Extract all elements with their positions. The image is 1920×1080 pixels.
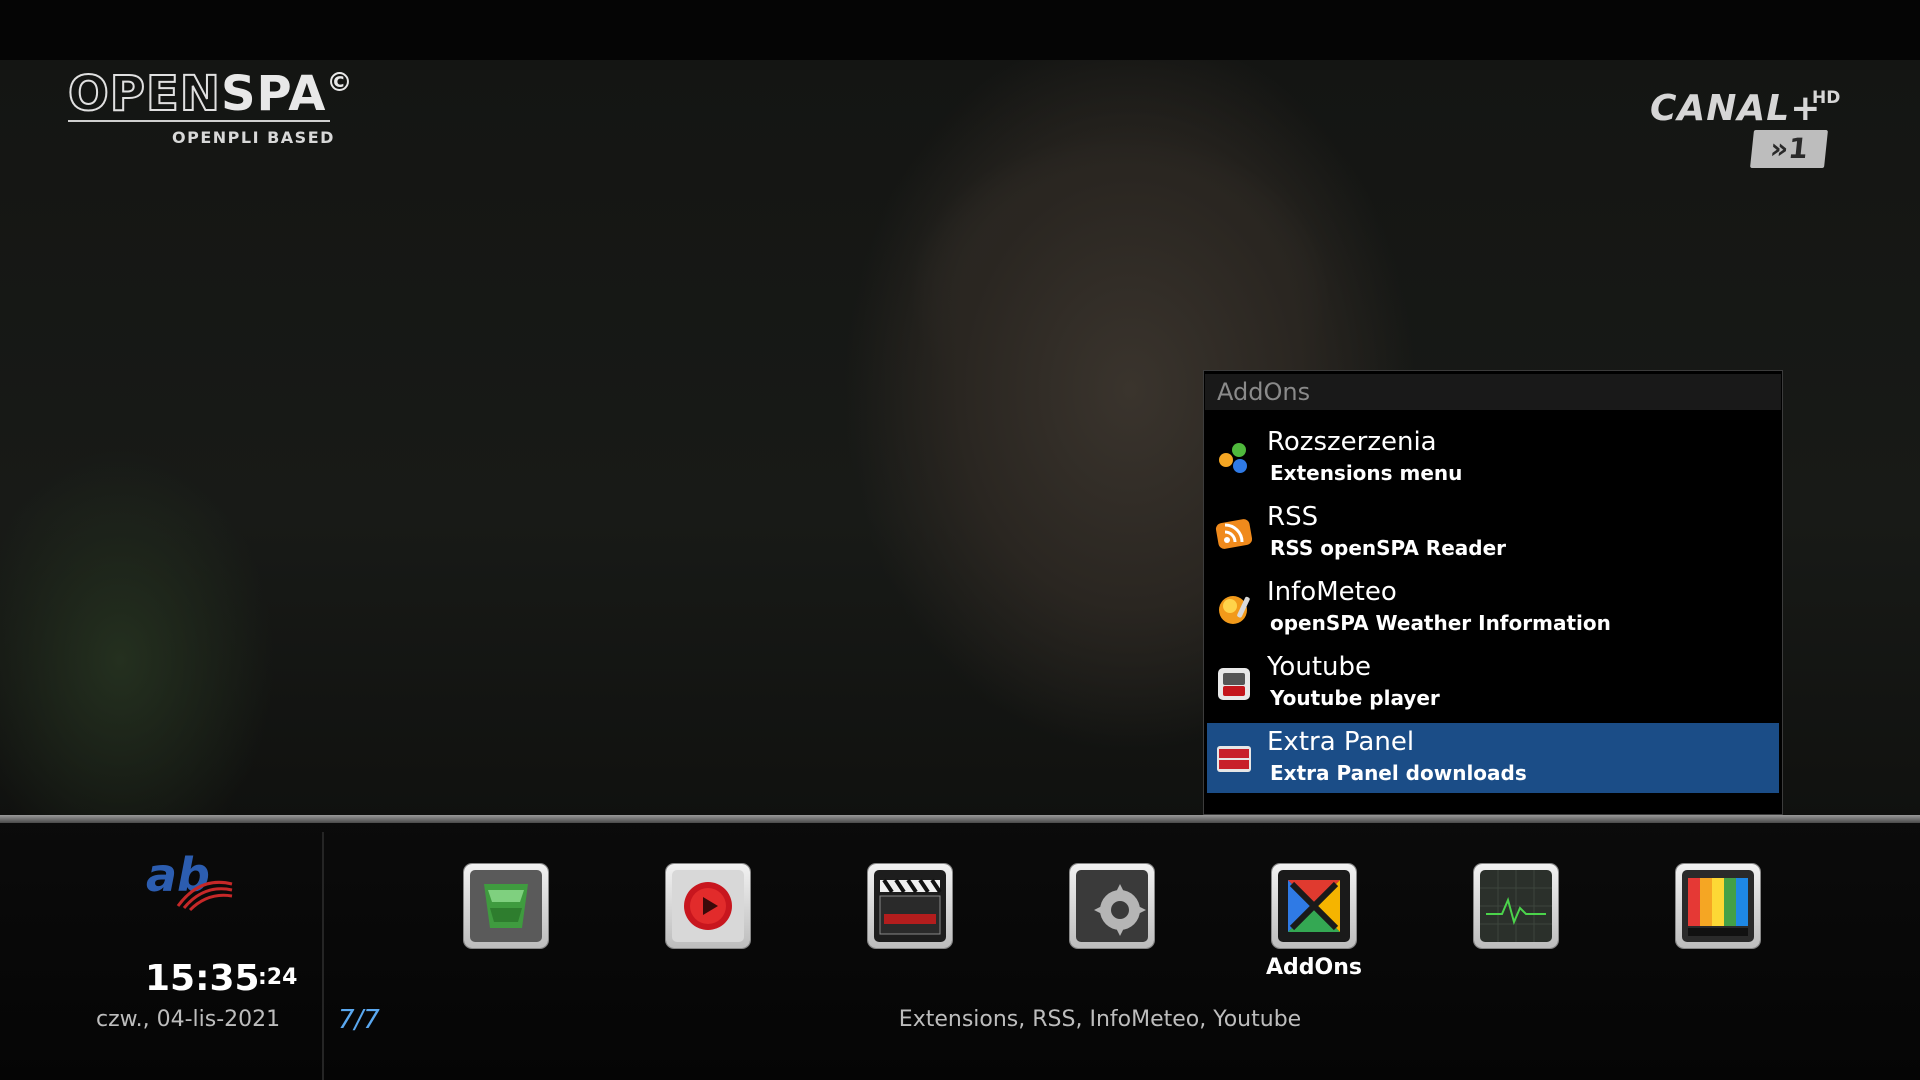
menu-tv-button[interactable] <box>1676 864 1760 948</box>
page-counter: 7/7 <box>338 1005 380 1035</box>
clapperboard-icon <box>874 870 946 942</box>
date: czw., 04-lis-2021 <box>96 1007 281 1032</box>
clock: 15:35 <box>145 958 260 999</box>
addons-panel: AddOns Rozszerzenia Extensions menu RSS … <box>1203 370 1783 815</box>
addon-name: Extra Panel <box>1267 727 1415 757</box>
tv-icon <box>1682 870 1754 942</box>
youtube-icon <box>1218 668 1250 700</box>
addon-name: Rozszerzenia <box>1267 427 1437 457</box>
addon-name: RSS <box>1267 502 1319 532</box>
menu-media-button[interactable] <box>868 864 952 948</box>
openspa-panel-icon <box>470 870 542 942</box>
logo-copyright: © <box>326 68 354 98</box>
addon-item-rozszerzenia[interactable]: Rozszerzenia Extensions menu <box>1207 423 1779 493</box>
addons-panel-title: AddOns <box>1205 374 1781 410</box>
menu-record-button[interactable] <box>666 864 750 948</box>
addon-item-rss[interactable]: RSS RSS openSPA Reader <box>1207 498 1779 568</box>
rss-icon <box>1215 519 1253 549</box>
clock-seconds: :24 <box>258 965 298 990</box>
weather-icon <box>1219 596 1250 624</box>
channel-number-badge: »1 <box>1750 130 1828 168</box>
addon-description: Youtube player <box>1270 686 1440 710</box>
addon-name: Youtube <box>1267 652 1371 682</box>
bottom-menu-bar <box>0 815 1920 1080</box>
bottom-bar-divider-line <box>0 815 1920 823</box>
addon-description: openSPA Weather Information <box>1270 611 1611 635</box>
provider-logo-waves-icon <box>176 880 233 912</box>
menu-settings-button[interactable] <box>1070 864 1154 948</box>
addon-description: RSS openSPA Reader <box>1270 536 1507 560</box>
addon-name: InfoMeteo <box>1267 577 1397 607</box>
extra-panel-icon <box>1217 746 1251 772</box>
info-divider <box>322 832 324 1080</box>
addon-description: Extensions menu <box>1270 461 1463 485</box>
logo-subtitle: OPENPLI BASED <box>172 128 335 147</box>
menu-openspa-panel-button[interactable] <box>464 864 548 948</box>
channel-logo: CANAL+ <box>1650 88 1822 129</box>
channel-hd-badge: HD <box>1812 88 1841 108</box>
selected-item-description: Extensions, RSS, InfoMeteo, Youtube <box>898 1007 1302 1032</box>
addon-item-youtube[interactable]: Youtube Youtube player <box>1207 648 1779 718</box>
addons-icon <box>1278 870 1350 942</box>
record-icon <box>672 870 744 942</box>
addon-description: Extra Panel downloads <box>1270 761 1527 785</box>
menu-selected-label: AddOns <box>1266 955 1362 980</box>
addon-item-extra-panel[interactable]: Extra Panel Extra Panel downloads <box>1207 723 1779 793</box>
openspa-logo: OPENSPA© <box>67 65 354 123</box>
menu-monitor-button[interactable] <box>1474 864 1558 948</box>
monitor-icon <box>1480 870 1552 942</box>
addon-item-infometeo[interactable]: InfoMeteo openSPA Weather Information <box>1207 573 1779 643</box>
settings-gear-icon <box>1076 870 1148 942</box>
extensions-icon <box>1219 443 1247 473</box>
logo-underline <box>68 120 330 122</box>
top-black-bar <box>0 0 1920 60</box>
menu-addons-button[interactable] <box>1272 864 1356 948</box>
